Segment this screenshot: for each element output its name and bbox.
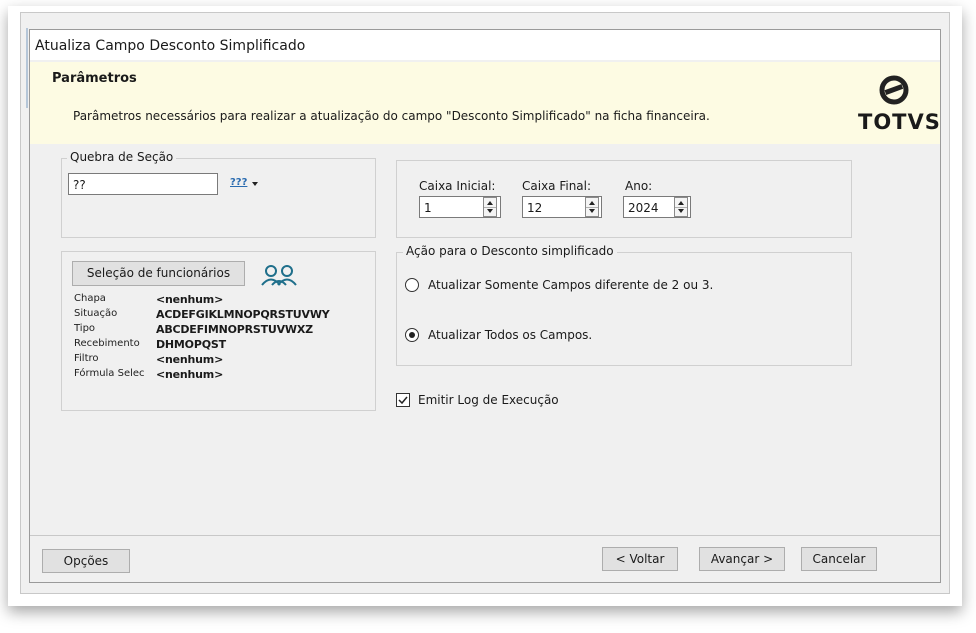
totvs-logo: TOTVS xyxy=(858,72,941,138)
caixa-inicial-spinner[interactable] xyxy=(483,197,497,217)
users-group-icon xyxy=(261,265,297,286)
selecao-value: ABCDEFIMNOPRSTUVWXZ xyxy=(156,323,313,336)
selecao-funcionarios-button[interactable]: Seleção de funcionários xyxy=(72,261,245,286)
selecao-key: Tipo xyxy=(74,323,96,334)
selecao-value: <nenhum> xyxy=(156,368,224,381)
acao-option-2-label: Atualizar Todos os Campos. xyxy=(428,328,593,342)
selecao-value: <nenhum> xyxy=(156,293,224,306)
selecao-key: Recebimento xyxy=(74,338,140,349)
cancelar-button[interactable]: Cancelar xyxy=(801,547,877,571)
selecao-value: <nenhum> xyxy=(156,353,224,366)
title-bar: Atualiza Campo Desconto Simplificado xyxy=(30,30,940,60)
footer-separator xyxy=(30,535,940,536)
acao-option-1-label: Atualizar Somente Campos diferente de 2 … xyxy=(428,278,714,292)
chevron-down-icon xyxy=(252,182,258,186)
section-picker-button[interactable]: ??? xyxy=(228,177,260,193)
avancar-button[interactable]: Avançar > xyxy=(699,547,785,571)
selecao-key: Filtro xyxy=(74,353,99,364)
header-title: Parâmetros xyxy=(52,71,137,86)
opcoes-button[interactable]: Opções xyxy=(42,549,130,573)
section-picker-icon: ??? xyxy=(230,177,248,188)
totvs-logo-icon xyxy=(879,75,909,105)
acao-legend: Ação para o Desconto simplificado xyxy=(403,244,617,258)
selecao-key: Chapa xyxy=(74,293,106,304)
quebra-secao-input[interactable]: ?? xyxy=(68,173,218,195)
acao-option-1-radio[interactable] xyxy=(405,278,419,292)
acao-option-1[interactable]: Atualizar Somente Campos diferente de 2 … xyxy=(405,277,825,295)
caixa-final-label: Caixa Final: xyxy=(522,179,592,193)
quebra-secao-group xyxy=(61,158,376,238)
caixa-final-spinner[interactable] xyxy=(585,197,599,217)
ano-label: Ano: xyxy=(625,179,653,193)
dialog-window: Atualiza Campo Desconto Simplificado Par… xyxy=(29,29,941,583)
selecao-value: DHMOPQST xyxy=(156,338,226,351)
checkmark-icon xyxy=(398,396,408,405)
acao-group xyxy=(396,252,852,366)
window-title: Atualiza Campo Desconto Simplificado xyxy=(35,38,306,54)
quebra-secao-legend: Quebra de Seção xyxy=(67,150,177,164)
emitir-log-checkbox[interactable] xyxy=(396,393,410,407)
wizard-header: Parâmetros Parâmetros necessários para r… xyxy=(30,62,940,144)
selecao-key: Situação xyxy=(74,308,118,319)
selecao-details: Chapa <nenhum> Situação ACDEFGIKLMNOPQRS… xyxy=(74,293,364,388)
background-decoration xyxy=(26,28,28,108)
caixa-inicial-label: Caixa Inicial: xyxy=(419,179,496,193)
selecao-key: Fórmula Selec xyxy=(74,368,145,379)
emitir-log-label: Emitir Log de Execução xyxy=(418,393,559,407)
header-description: Parâmetros necessários para realizar a a… xyxy=(73,109,710,123)
emitir-log-option[interactable]: Emitir Log de Execução xyxy=(396,392,616,410)
ano-spinner[interactable] xyxy=(674,197,688,217)
voltar-button[interactable]: < Voltar xyxy=(602,547,678,571)
selecao-value: ACDEFGIKLMNOPQRSTUVWY xyxy=(156,308,330,321)
acao-option-2[interactable]: Atualizar Todos os Campos. xyxy=(405,327,825,345)
logo-text: TOTVS xyxy=(858,110,941,134)
acao-option-2-radio[interactable] xyxy=(405,328,419,342)
